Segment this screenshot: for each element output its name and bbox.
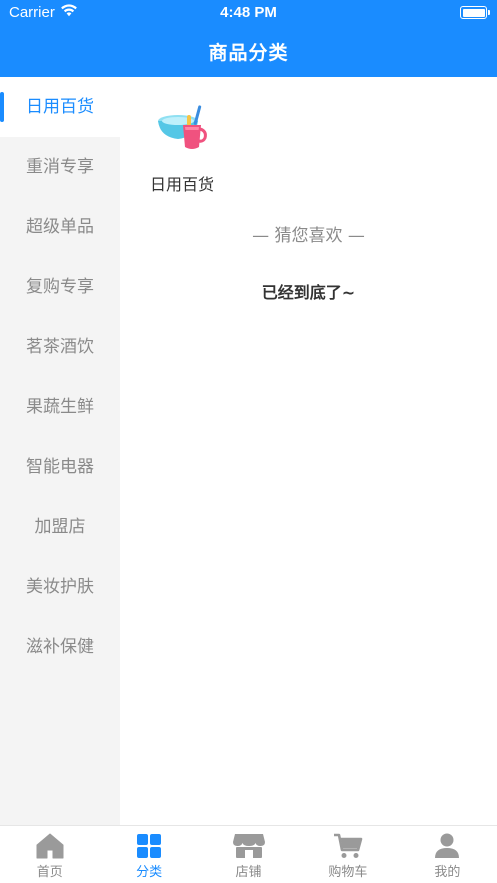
battery-icon [460, 6, 490, 19]
tab-label: 购物车 [328, 865, 368, 880]
tab-mine[interactable]: 我的 [398, 826, 497, 883]
store-icon [199, 833, 298, 859]
sidebar-item-repurchase[interactable]: 复购专享 [0, 257, 120, 317]
basin-cup-icon [142, 103, 222, 157]
sidebar-item-franchise-store[interactable]: 加盟店 [0, 497, 120, 557]
battery-cap [488, 10, 490, 15]
tab-label: 分类 [136, 865, 163, 880]
sidebar-item-fresh-produce[interactable]: 果蔬生鲜 [0, 377, 120, 437]
tab-category[interactable]: 分类 [99, 826, 198, 883]
tab-cart[interactable]: 购物车 [298, 826, 397, 883]
tab-label: 我的 [434, 865, 461, 880]
category-tile-label: 日用百货 [149, 175, 214, 194]
header: Carrier 4:48 PM 商品分类 [0, 0, 497, 77]
cart-icon [298, 833, 397, 859]
battery-fill [462, 8, 485, 17]
category-tile-daily-goods[interactable]: 日用百货 [142, 103, 222, 195]
sidebar-item-health-supplements[interactable]: 滋补保健 [0, 617, 120, 677]
status-time: 4:48 PM [220, 4, 277, 21]
tab-bar: 首页 分类 店铺 购物车 我的 [0, 825, 497, 883]
category-content: 日用百货 — 猜您喜欢 — 已经到底了~ [120, 77, 497, 825]
sidebar-item-daily-goods[interactable]: 日用百货 [0, 77, 120, 137]
category-sidebar: 日用百货 重消专享 超级单品 复购专享 茗茶酒饮 果蔬生鲜 智能电器 加盟店 美… [0, 77, 120, 825]
sidebar-item-tea-wine[interactable]: 茗茶酒饮 [0, 317, 120, 377]
sidebar-item-super-single[interactable]: 超级单品 [0, 197, 120, 257]
tab-label: 店铺 [235, 865, 262, 880]
guess-you-like-heading: — 猜您喜欢 — [252, 226, 365, 246]
user-icon [398, 833, 497, 859]
tab-home[interactable]: 首页 [0, 826, 99, 883]
tab-store[interactable]: 店铺 [199, 826, 298, 883]
end-of-list-text: 已经到底了~ [261, 283, 356, 302]
sidebar-item-beauty-skincare[interactable]: 美妆护肤 [0, 557, 120, 617]
category-icon [99, 833, 198, 859]
home-icon [0, 833, 99, 859]
status-bar: Carrier 4:48 PM [0, 0, 497, 26]
sidebar-item-repeat-exclusive[interactable]: 重消专享 [0, 137, 120, 197]
tab-label: 首页 [36, 865, 63, 880]
sidebar-item-smart-appliances[interactable]: 智能电器 [0, 437, 120, 497]
page-title: 商品分类 [208, 42, 289, 64]
